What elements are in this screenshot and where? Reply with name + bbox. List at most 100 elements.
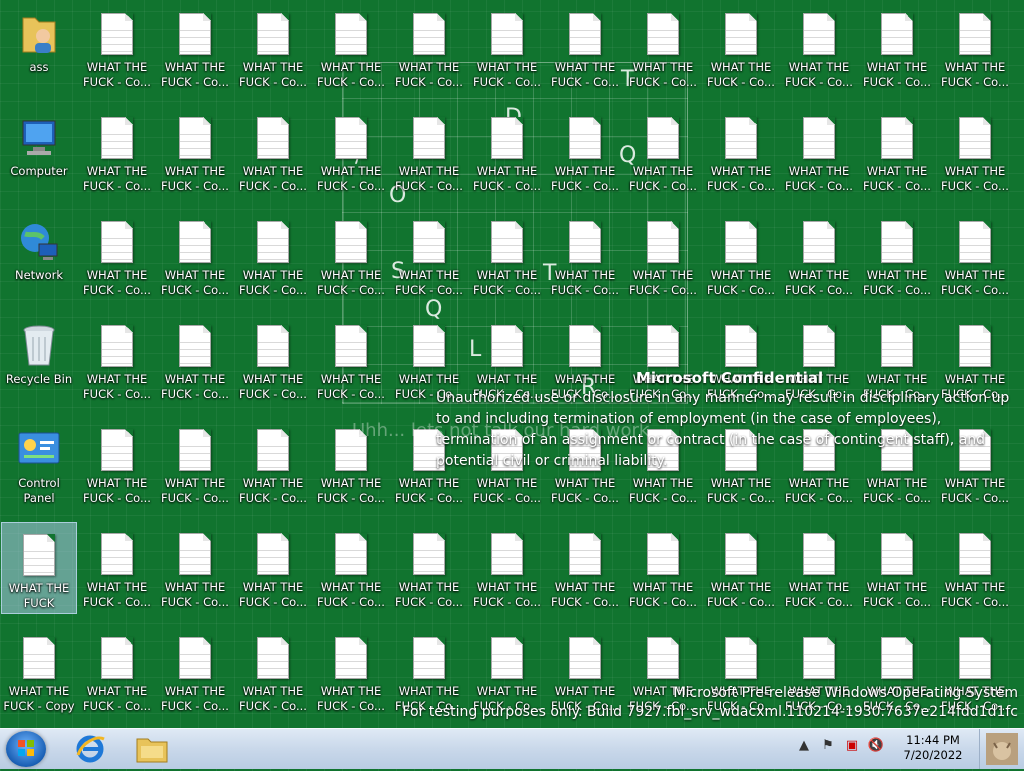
volume-muted-icon[interactable]: 🔇: [868, 737, 884, 753]
desktop-icon-label: WHAT THE FUCK - Co...: [707, 476, 775, 505]
desktop-file-icon[interactable]: WHAT THE FUCK - Co...: [859, 106, 935, 198]
document-icon: [249, 218, 297, 266]
desktop-file-icon[interactable]: WHAT THE FUCK - Co...: [547, 2, 623, 94]
desktop-icon-label: WHAT THE FUCK - Co...: [629, 580, 697, 609]
document-icon: [249, 530, 297, 578]
desktop-icon-control-panel[interactable]: Control Panel: [1, 418, 77, 510]
desktop-icon-network[interactable]: Network: [1, 210, 77, 302]
desktop-icon-selected-file[interactable]: WHAT THE FUCK: [1, 522, 77, 614]
desktop-file-icon[interactable]: WHAT THE FUCK - Co...: [157, 210, 233, 302]
document-icon: [561, 114, 609, 162]
desktop-file-icon[interactable]: WHAT THE FUCK - Co...: [547, 106, 623, 198]
desktop-icon-label: WHAT THE FUCK - Co...: [317, 60, 385, 89]
desktop-icon-label: WHAT THE FUCK - Co...: [707, 164, 775, 193]
desktop-file-icon[interactable]: WHAT THE FUCK - Co...: [235, 522, 311, 614]
desktop-file-icon[interactable]: WHAT THE FUCK - Co...: [313, 106, 389, 198]
watermark-line-2: For testing purposes only. Build 7927.fb…: [402, 704, 1018, 720]
desktop-file-icon[interactable]: WHAT THE FUCK - Co...: [391, 106, 467, 198]
desktop-file-icon[interactable]: WHAT THE FUCK - Co...: [157, 626, 233, 718]
desktop-icon-label: WHAT THE FUCK - Co...: [629, 476, 697, 505]
desktop-icon-computer[interactable]: Computer: [1, 106, 77, 198]
desktop-file-icon[interactable]: WHAT THE FUCK - Co...: [859, 522, 935, 614]
desktop-file-icon[interactable]: WHAT THE FUCK - Co...: [781, 106, 857, 198]
document-icon: [717, 322, 765, 370]
desktop-file-icon[interactable]: WHAT THE FUCK - Co...: [937, 2, 1013, 94]
desktop-file-icon[interactable]: WHAT THE FUCK - Co...: [313, 210, 389, 302]
desktop-file-icon[interactable]: WHAT THE FUCK - Co...: [469, 210, 545, 302]
desktop-icon-label: WHAT THE FUCK - Co...: [785, 164, 853, 193]
desktop-icon-label: WHAT THE FUCK - Co...: [629, 60, 697, 89]
desktop-file-icon[interactable]: WHAT THE FUCK - Co...: [79, 626, 155, 718]
desktop-file-icon[interactable]: WHAT THE FUCK - Co...: [703, 2, 779, 94]
desktop-file-icon[interactable]: WHAT THE FUCK - Co...: [469, 2, 545, 94]
desktop-file-icon[interactable]: WHAT THE FUCK - Co...: [547, 210, 623, 302]
desktop-file-icon[interactable]: WHAT THE FUCK - Co...: [859, 210, 935, 302]
desktop-file-icon[interactable]: WHAT THE FUCK - Co...: [703, 106, 779, 198]
desktop-file-icon[interactable]: WHAT THE FUCK - Co...: [79, 418, 155, 510]
taskbar-clock[interactable]: 11:44 PM 7/20/2022: [898, 733, 968, 763]
desktop-file-icon[interactable]: WHAT THE FUCK - Co...: [781, 210, 857, 302]
desktop-file-icon[interactable]: WHAT THE FUCK - Co...: [703, 210, 779, 302]
desktop-file-icon[interactable]: WHAT THE FUCK - Co...: [859, 2, 935, 94]
desktop-icon-label: WHAT THE FUCK - Co...: [395, 580, 463, 609]
desktop-file-icon[interactable]: WHAT THE FUCK - Co...: [781, 2, 857, 94]
desktop-icon-label: WHAT THE FUCK - Co...: [941, 164, 1009, 193]
document-icon: [717, 218, 765, 266]
document-icon: [639, 322, 687, 370]
desktop-file-icon[interactable]: WHAT THE FUCK - Co...: [79, 2, 155, 94]
desktop-file-icon[interactable]: WHAT THE FUCK - Co...: [235, 418, 311, 510]
document-icon: [405, 322, 453, 370]
desktop-file-icon[interactable]: WHAT THE FUCK - Co...: [313, 314, 389, 406]
taskbar-windows-explorer[interactable]: [126, 731, 178, 767]
desktop-file-icon[interactable]: WHAT THE FUCK - Co...: [469, 106, 545, 198]
desktop-file-icon[interactable]: WHAT THE FUCK - Co...: [157, 418, 233, 510]
desktop-icon-recycle-bin[interactable]: Recycle Bin: [1, 314, 77, 406]
desktop-file-icon[interactable]: WHAT THE FUCK - Co...: [313, 2, 389, 94]
desktop-file-icon[interactable]: WHAT THE FUCK - Co...: [781, 522, 857, 614]
desktop-icon-file-copy[interactable]: WHAT THE FUCK - Copy: [1, 626, 77, 718]
desktop-file-icon[interactable]: WHAT THE FUCK - Co...: [625, 2, 701, 94]
show-hidden-icons-arrow-icon[interactable]: ▲: [796, 737, 812, 753]
desktop-file-icon[interactable]: WHAT THE FUCK - Co...: [625, 522, 701, 614]
desktop-file-icon[interactable]: WHAT THE FUCK - Co...: [157, 106, 233, 198]
desktop-file-icon[interactable]: WHAT THE FUCK - Co...: [625, 106, 701, 198]
network-icon: [15, 218, 63, 266]
desktop-file-icon[interactable]: WHAT THE FUCK - Co...: [235, 314, 311, 406]
desktop-icon-label: WHAT THE FUCK - Co...: [785, 268, 853, 297]
desktop-file-icon[interactable]: WHAT THE FUCK - Co...: [235, 626, 311, 718]
desktop-file-icon[interactable]: WHAT THE FUCK - Co...: [79, 210, 155, 302]
windows-explorer-icon: [136, 738, 168, 763]
desktop-icon-label: WHAT THE FUCK - Co...: [239, 60, 307, 89]
show-desktop-button[interactable]: [979, 729, 1024, 769]
desktop-file-icon[interactable]: WHAT THE FUCK - Co...: [937, 106, 1013, 198]
network-disconnected-icon[interactable]: ▣: [844, 737, 860, 753]
desktop-file-icon[interactable]: WHAT THE FUCK - Co...: [313, 626, 389, 718]
desktop-file-icon[interactable]: WHAT THE FUCK - Co...: [391, 2, 467, 94]
desktop-icon-user-folder[interactable]: ass: [1, 2, 77, 94]
desktop-icon-label: WHAT THE FUCK - Co...: [317, 684, 385, 713]
desktop-file-icon[interactable]: WHAT THE FUCK - Co...: [937, 210, 1013, 302]
taskbar-internet-explorer[interactable]: [64, 731, 116, 767]
desktop-file-icon[interactable]: WHAT THE FUCK - Co...: [391, 210, 467, 302]
document-icon: [483, 322, 531, 370]
desktop-file-icon[interactable]: WHAT THE FUCK - Co...: [235, 210, 311, 302]
desktop-file-icon[interactable]: WHAT THE FUCK - Co...: [391, 522, 467, 614]
desktop-file-icon[interactable]: WHAT THE FUCK - Co...: [157, 314, 233, 406]
desktop-file-icon[interactable]: WHAT THE FUCK - Co...: [79, 106, 155, 198]
desktop-file-icon[interactable]: WHAT THE FUCK - Co...: [157, 2, 233, 94]
cat-avatar-icon: [986, 733, 1018, 765]
desktop-file-icon[interactable]: WHAT THE FUCK - Co...: [547, 522, 623, 614]
desktop-file-icon[interactable]: WHAT THE FUCK - Co...: [235, 2, 311, 94]
desktop-file-icon[interactable]: WHAT THE FUCK - Co...: [703, 522, 779, 614]
desktop-file-icon[interactable]: WHAT THE FUCK - Co...: [469, 522, 545, 614]
desktop-file-icon[interactable]: WHAT THE FUCK - Co...: [313, 522, 389, 614]
start-button[interactable]: [6, 731, 46, 767]
desktop-icon-label: WHAT THE FUCK - Co...: [785, 60, 853, 89]
action-center-flag-icon[interactable]: ⚑: [820, 737, 836, 753]
desktop-file-icon[interactable]: WHAT THE FUCK - Co...: [79, 314, 155, 406]
desktop-file-icon[interactable]: WHAT THE FUCK - Co...: [157, 522, 233, 614]
desktop-file-icon[interactable]: WHAT THE FUCK - Co...: [937, 522, 1013, 614]
desktop-file-icon[interactable]: WHAT THE FUCK - Co...: [79, 522, 155, 614]
desktop-file-icon[interactable]: WHAT THE FUCK - Co...: [235, 106, 311, 198]
desktop-file-icon[interactable]: WHAT THE FUCK - Co...: [625, 210, 701, 302]
